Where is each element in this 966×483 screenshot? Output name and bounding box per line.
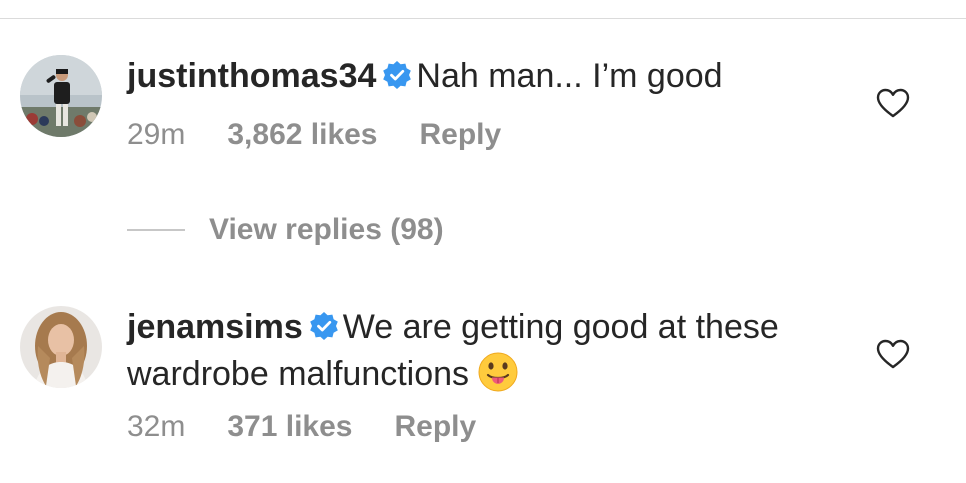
username[interactable]: justinthomas34 bbox=[127, 57, 376, 95]
reply-button[interactable]: Reply bbox=[420, 118, 502, 151]
reply-button[interactable]: Reply bbox=[394, 410, 476, 443]
comment-meta: 32m 371 likes Reply bbox=[127, 410, 518, 444]
top-divider bbox=[0, 18, 966, 19]
tongue-out-emoji bbox=[477, 351, 519, 403]
username[interactable]: jenamsims bbox=[127, 308, 303, 346]
verified-badge-icon bbox=[309, 309, 339, 351]
likes-count[interactable]: 371 likes bbox=[227, 410, 352, 443]
comment-meta: 29m 3,862 likes Reply bbox=[127, 118, 543, 152]
avatar[interactable] bbox=[20, 306, 102, 388]
profile-photo bbox=[20, 306, 102, 388]
comments-panel: justinthomas34 Nah man... I’m good 29m 3,8… bbox=[0, 0, 966, 483]
view-replies-label: View replies (98) bbox=[209, 213, 444, 246]
view-replies-button[interactable]: View replies (98) bbox=[127, 212, 444, 248]
golfer-photo bbox=[20, 55, 102, 137]
avatar[interactable] bbox=[20, 55, 102, 137]
comment-text: Nah man... I’m good bbox=[416, 57, 723, 95]
timestamp: 29m bbox=[127, 118, 186, 151]
verified-badge-icon bbox=[382, 58, 412, 100]
likes-count[interactable]: 3,862 likes bbox=[227, 118, 377, 151]
replies-divider-line bbox=[127, 229, 185, 231]
heart-outline-icon[interactable] bbox=[875, 87, 911, 119]
timestamp: 32m bbox=[127, 410, 186, 443]
comment-text-block: jenamsims We are getting good at these wa… bbox=[127, 306, 827, 403]
heart-outline-icon[interactable] bbox=[875, 338, 911, 370]
comment-text-block: justinthomas34 Nah man... I’m good bbox=[127, 55, 827, 100]
